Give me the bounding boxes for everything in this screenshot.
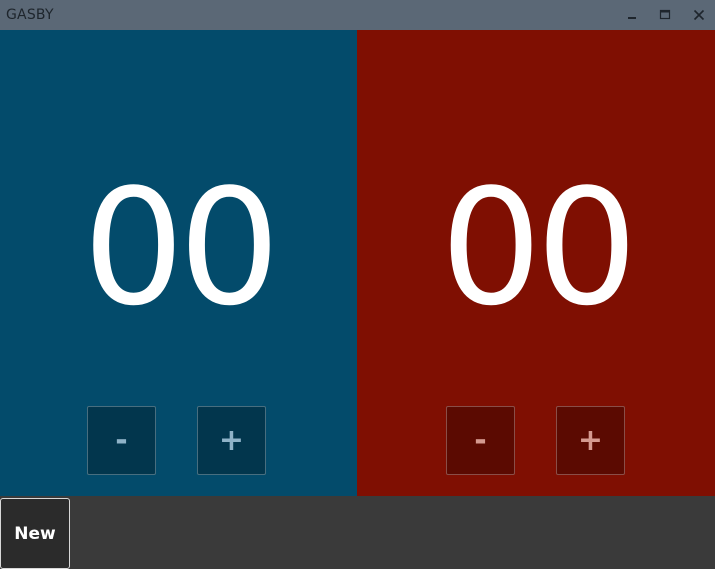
team-left-minus-button[interactable]: - bbox=[87, 406, 156, 475]
close-button[interactable] bbox=[682, 0, 715, 30]
minimize-button[interactable] bbox=[615, 0, 649, 30]
title-bar: GASBY bbox=[0, 0, 715, 30]
maximize-button[interactable] bbox=[648, 0, 682, 30]
minimize-icon bbox=[626, 9, 638, 21]
minus-label: - bbox=[115, 423, 128, 458]
team-left-score: 00 bbox=[82, 154, 281, 341]
team-right-panel: 00 - + bbox=[357, 30, 715, 496]
plus-label: + bbox=[577, 423, 604, 458]
team-right-plus-button[interactable]: + bbox=[556, 406, 625, 475]
team-left-plus-button[interactable]: + bbox=[197, 406, 266, 475]
maximize-icon bbox=[659, 9, 671, 21]
team-left-panel: 00 - + bbox=[0, 30, 357, 496]
bottom-bar: New bbox=[0, 496, 715, 569]
app-window: GASBY 00 - + 00 - + New bbox=[0, 0, 715, 569]
new-label: New bbox=[14, 523, 56, 544]
team-right-minus-button[interactable]: - bbox=[446, 406, 515, 475]
close-icon bbox=[693, 9, 705, 21]
team-right-score: 00 bbox=[440, 154, 638, 341]
new-game-button[interactable]: New bbox=[0, 498, 70, 569]
window-title: GASBY bbox=[6, 7, 54, 23]
plus-label: + bbox=[218, 423, 245, 458]
minus-label: - bbox=[474, 423, 487, 458]
